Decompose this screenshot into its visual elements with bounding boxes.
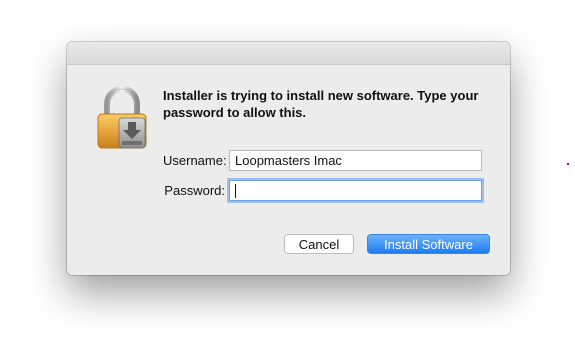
stray-mark <box>567 163 569 165</box>
username-row: Username: <box>163 149 482 171</box>
password-label: Password: <box>164 182 225 198</box>
username-field[interactable] <box>229 149 482 171</box>
auth-message: Installer is trying to install new softw… <box>163 88 479 120</box>
password-field-wrapper <box>229 179 482 201</box>
auth-dialog: Installer is trying to install new softw… <box>67 42 510 275</box>
username-label: Username: <box>163 152 227 168</box>
lock-installer-icon <box>97 86 147 149</box>
password-row: Password: <box>163 179 482 201</box>
dialog-titlebar <box>67 42 510 65</box>
password-field[interactable] <box>229 179 482 201</box>
screen-background: Installer is trying to install new softw… <box>0 0 575 338</box>
text-caret <box>235 183 236 198</box>
install-software-button[interactable]: Install Software <box>367 234 490 254</box>
cancel-button[interactable]: Cancel <box>284 234 354 254</box>
